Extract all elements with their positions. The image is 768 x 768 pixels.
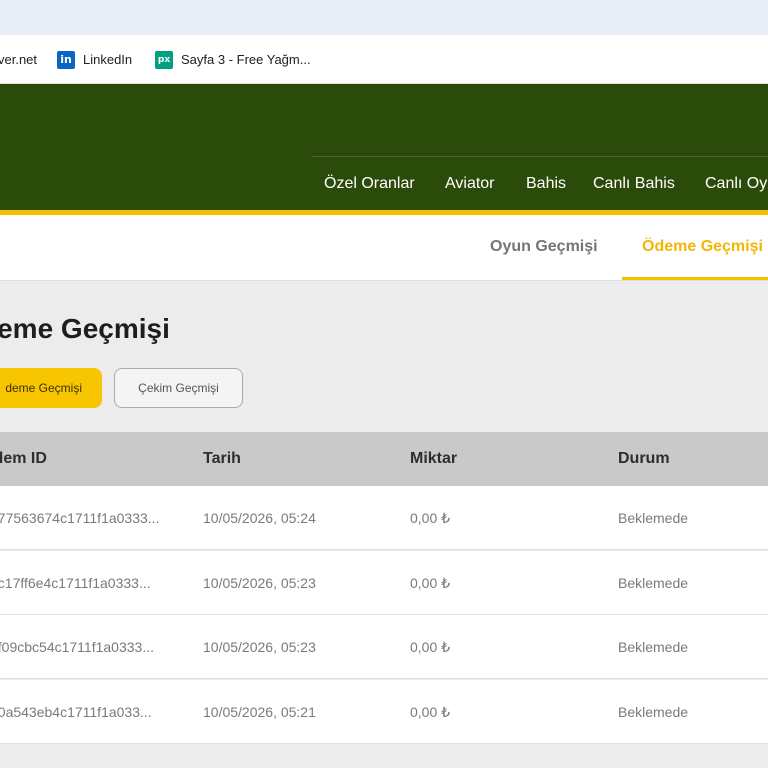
table-row: 4c17ff6e4c1711f1a0333... 10/05/2026, 05:…: [0, 551, 768, 615]
column-header-id: şlem ID: [0, 450, 47, 467]
bookmark-item-linkedin[interactable]: in LinkedIn: [57, 35, 132, 84]
withdraw-history-button[interactable]: Çekim Geçmişi: [114, 368, 243, 408]
bookmarks-bar: ver.net in LinkedIn px Sayfa 3 - Free Ya…: [0, 35, 768, 84]
transaction-date: 10/05/2026, 05:24: [203, 510, 316, 526]
nav-item-aviator[interactable]: Aviator: [445, 157, 495, 210]
deposit-history-button[interactable]: deme Geçmişi: [0, 368, 102, 408]
bookmark-label: Sayfa 3 - Free Yağm...: [181, 52, 311, 67]
main-nav: Özel Oranlar Aviator Bahis Canlı Bahis C…: [0, 157, 768, 210]
nav-item-bahis[interactable]: Bahis: [526, 157, 566, 210]
main-content: deme Geçmişi deme Geçmişi Çekim Geçmişi …: [0, 281, 768, 768]
transaction-status: Beklemede: [618, 510, 689, 526]
transaction-amount: 0,00 ₺: [410, 639, 451, 655]
column-header-status: Durum: [618, 450, 670, 467]
transaction-amount: 0,00 ₺: [410, 704, 451, 720]
column-header-amount: Miktar: [410, 450, 458, 467]
bookmark-item-pexels[interactable]: px Sayfa 3 - Free Yağm...: [155, 35, 311, 84]
transaction-amount: 0,00 ₺: [410, 510, 451, 526]
nav-item-ozel-oranlar[interactable]: Özel Oranlar: [324, 157, 415, 210]
nav-item-canli-bahis[interactable]: Canlı Bahis: [593, 157, 675, 210]
active-tab-indicator: [622, 277, 768, 280]
browser-tab-strip: [0, 0, 768, 35]
page-title: deme Geçmişi: [0, 313, 170, 344]
table-header: şlem ID Tarih Miktar Durum: [0, 432, 768, 486]
table-row: 577563674c1711f1a0333... 10/05/2026, 05:…: [0, 486, 768, 550]
transaction-date: 10/05/2026, 05:23: [203, 639, 316, 655]
transaction-status: Beklemede: [618, 704, 689, 720]
linkedin-icon: in: [57, 50, 75, 69]
transaction-id: 4c17ff6e4c1711f1a0333...: [0, 575, 151, 591]
transaction-status: Beklemede: [618, 575, 689, 591]
tab-game-history[interactable]: Oyun Geçmişi: [490, 215, 598, 281]
transaction-date: 10/05/2026, 05:23: [203, 575, 316, 591]
bookmark-item[interactable]: ver.net: [0, 35, 37, 84]
history-subnav: Oyun Geçmişi Ödeme Geçmişi: [0, 215, 768, 281]
transaction-date: 10/05/2026, 05:21: [203, 704, 316, 720]
transaction-id: 8f09cbc54c1711f1a0333...: [0, 639, 154, 655]
transaction-id: 00a543eb4c1711f1a033...: [0, 704, 152, 720]
nav-item-canli-oyun[interactable]: Canlı Oy: [705, 157, 767, 210]
bookmark-label: LinkedIn: [83, 52, 133, 67]
tab-payment-history[interactable]: Ödeme Geçmişi: [642, 215, 763, 281]
table-row: 00a543eb4c1711f1a033... 10/05/2026, 05:2…: [0, 680, 768, 744]
transaction-id: 577563674c1711f1a0333...: [0, 510, 160, 526]
column-header-date: Tarih: [203, 450, 241, 467]
transaction-amount: 0,00 ₺: [410, 575, 451, 591]
table-row: 8f09cbc54c1711f1a0333... 10/05/2026, 05:…: [0, 615, 768, 679]
bookmark-label: ver.net: [0, 52, 38, 67]
pexels-icon: px: [155, 50, 173, 69]
transaction-status: Beklemede: [618, 639, 689, 655]
